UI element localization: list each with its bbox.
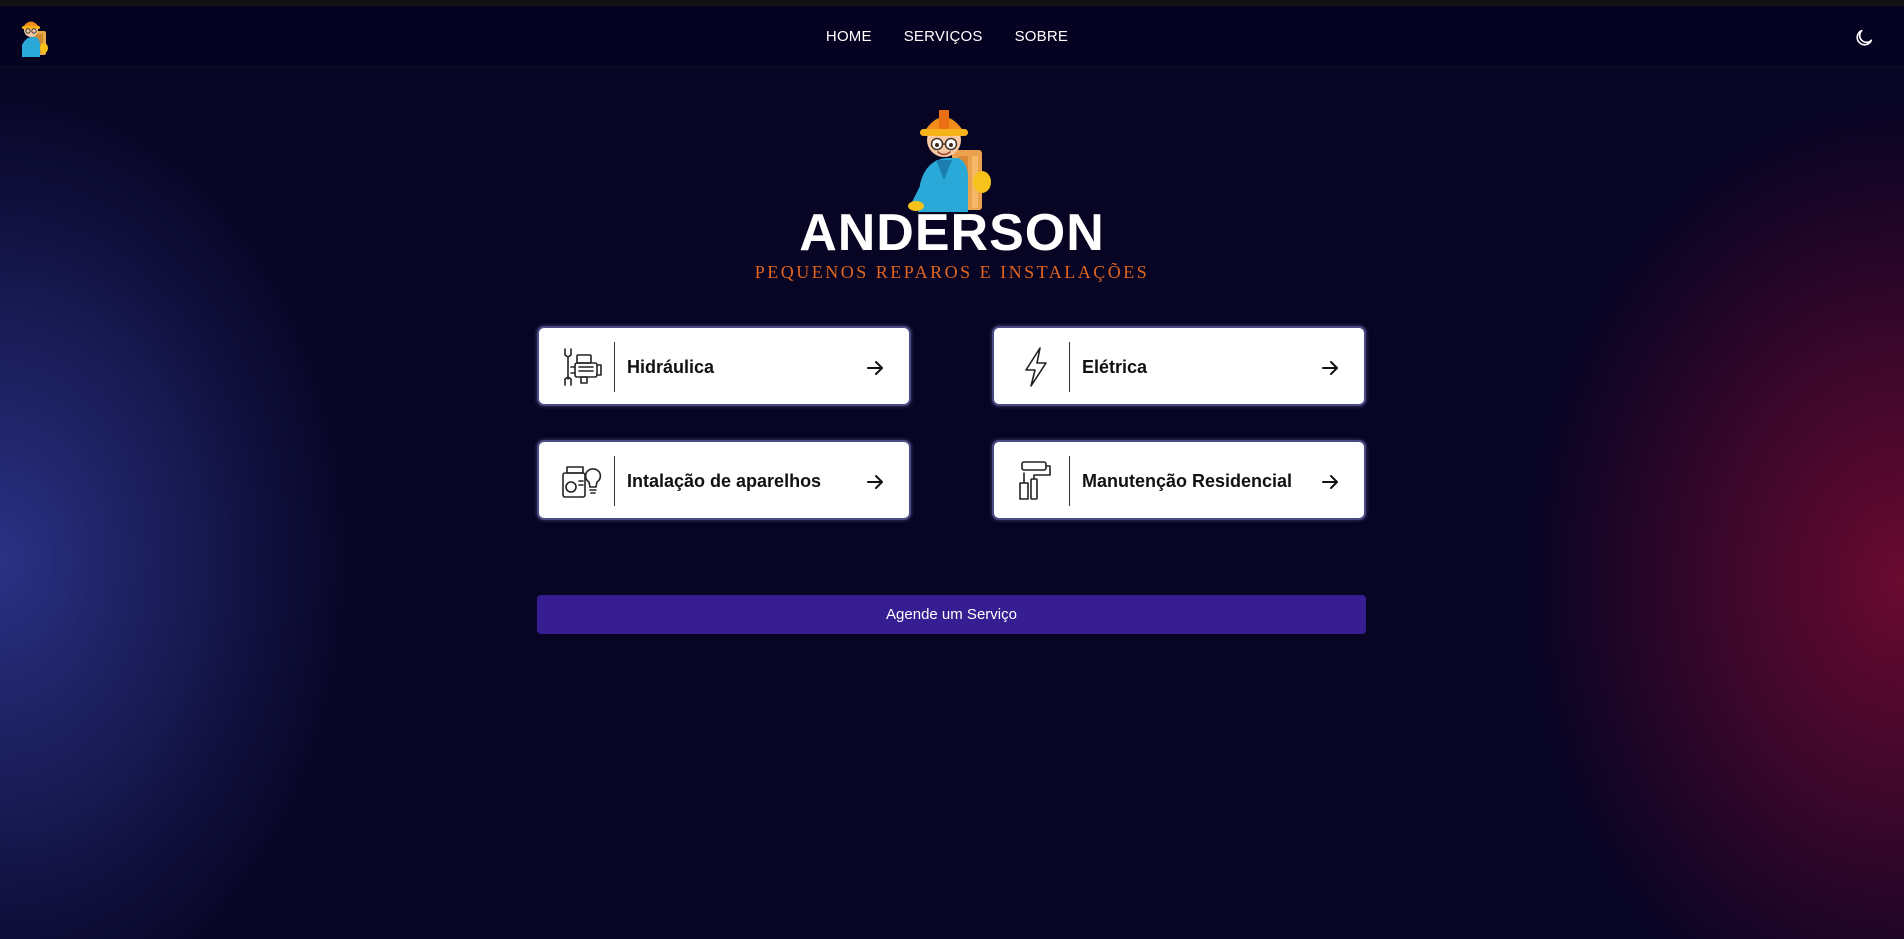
service-card-eletrica[interactable]: Elétrica [992,326,1366,406]
service-label: Intalação de aparelhos [627,471,822,491]
service-label: Hidráulica [627,357,715,377]
arrow-right-icon [1322,361,1338,375]
card-divider [1069,456,1070,506]
navbar: HOME SERVIÇOS SOBRE [0,6,1904,67]
card-divider [614,342,615,392]
nav-links-group: HOME SERVIÇOS SOBRE [826,28,1068,45]
arrow-right-icon [867,475,883,489]
arrow-right-icon [1322,475,1338,489]
handyman-mascot-icon [908,110,991,212]
brand-subtitle: PEQUENOS REPAROS E INSTALAÇÕES [754,262,1150,282]
nav-servicos[interactable]: SERVIÇOS [904,28,983,45]
lightning-bolt-icon [1025,347,1047,387]
nav-home[interactable]: HOME [826,28,872,45]
paint-roller-icon [1019,461,1051,500]
brand-title: ANDERSON [799,204,1105,262]
card-divider [1069,342,1070,392]
service-card-manutencao[interactable]: Manutenção Residencial [992,440,1366,520]
nav-sobre[interactable]: SOBRE [1015,28,1069,45]
moon-icon[interactable] [1853,27,1875,49]
service-label: Elétrica [1082,357,1148,377]
card-divider [614,456,615,506]
plumbing-tools-icon [564,348,602,386]
service-card-hidraulica[interactable]: Hidráulica [537,326,911,406]
service-card-aparelhos[interactable]: Intalação de aparelhos [537,440,911,520]
schedule-service-button[interactable]: Agende um Serviço [537,595,1366,634]
arrow-right-icon [867,361,883,375]
service-label: Manutenção Residencial [1082,471,1293,491]
main-nav: HOME SERVIÇOS SOBRE [0,6,1904,66]
appliances-icon [562,466,602,498]
